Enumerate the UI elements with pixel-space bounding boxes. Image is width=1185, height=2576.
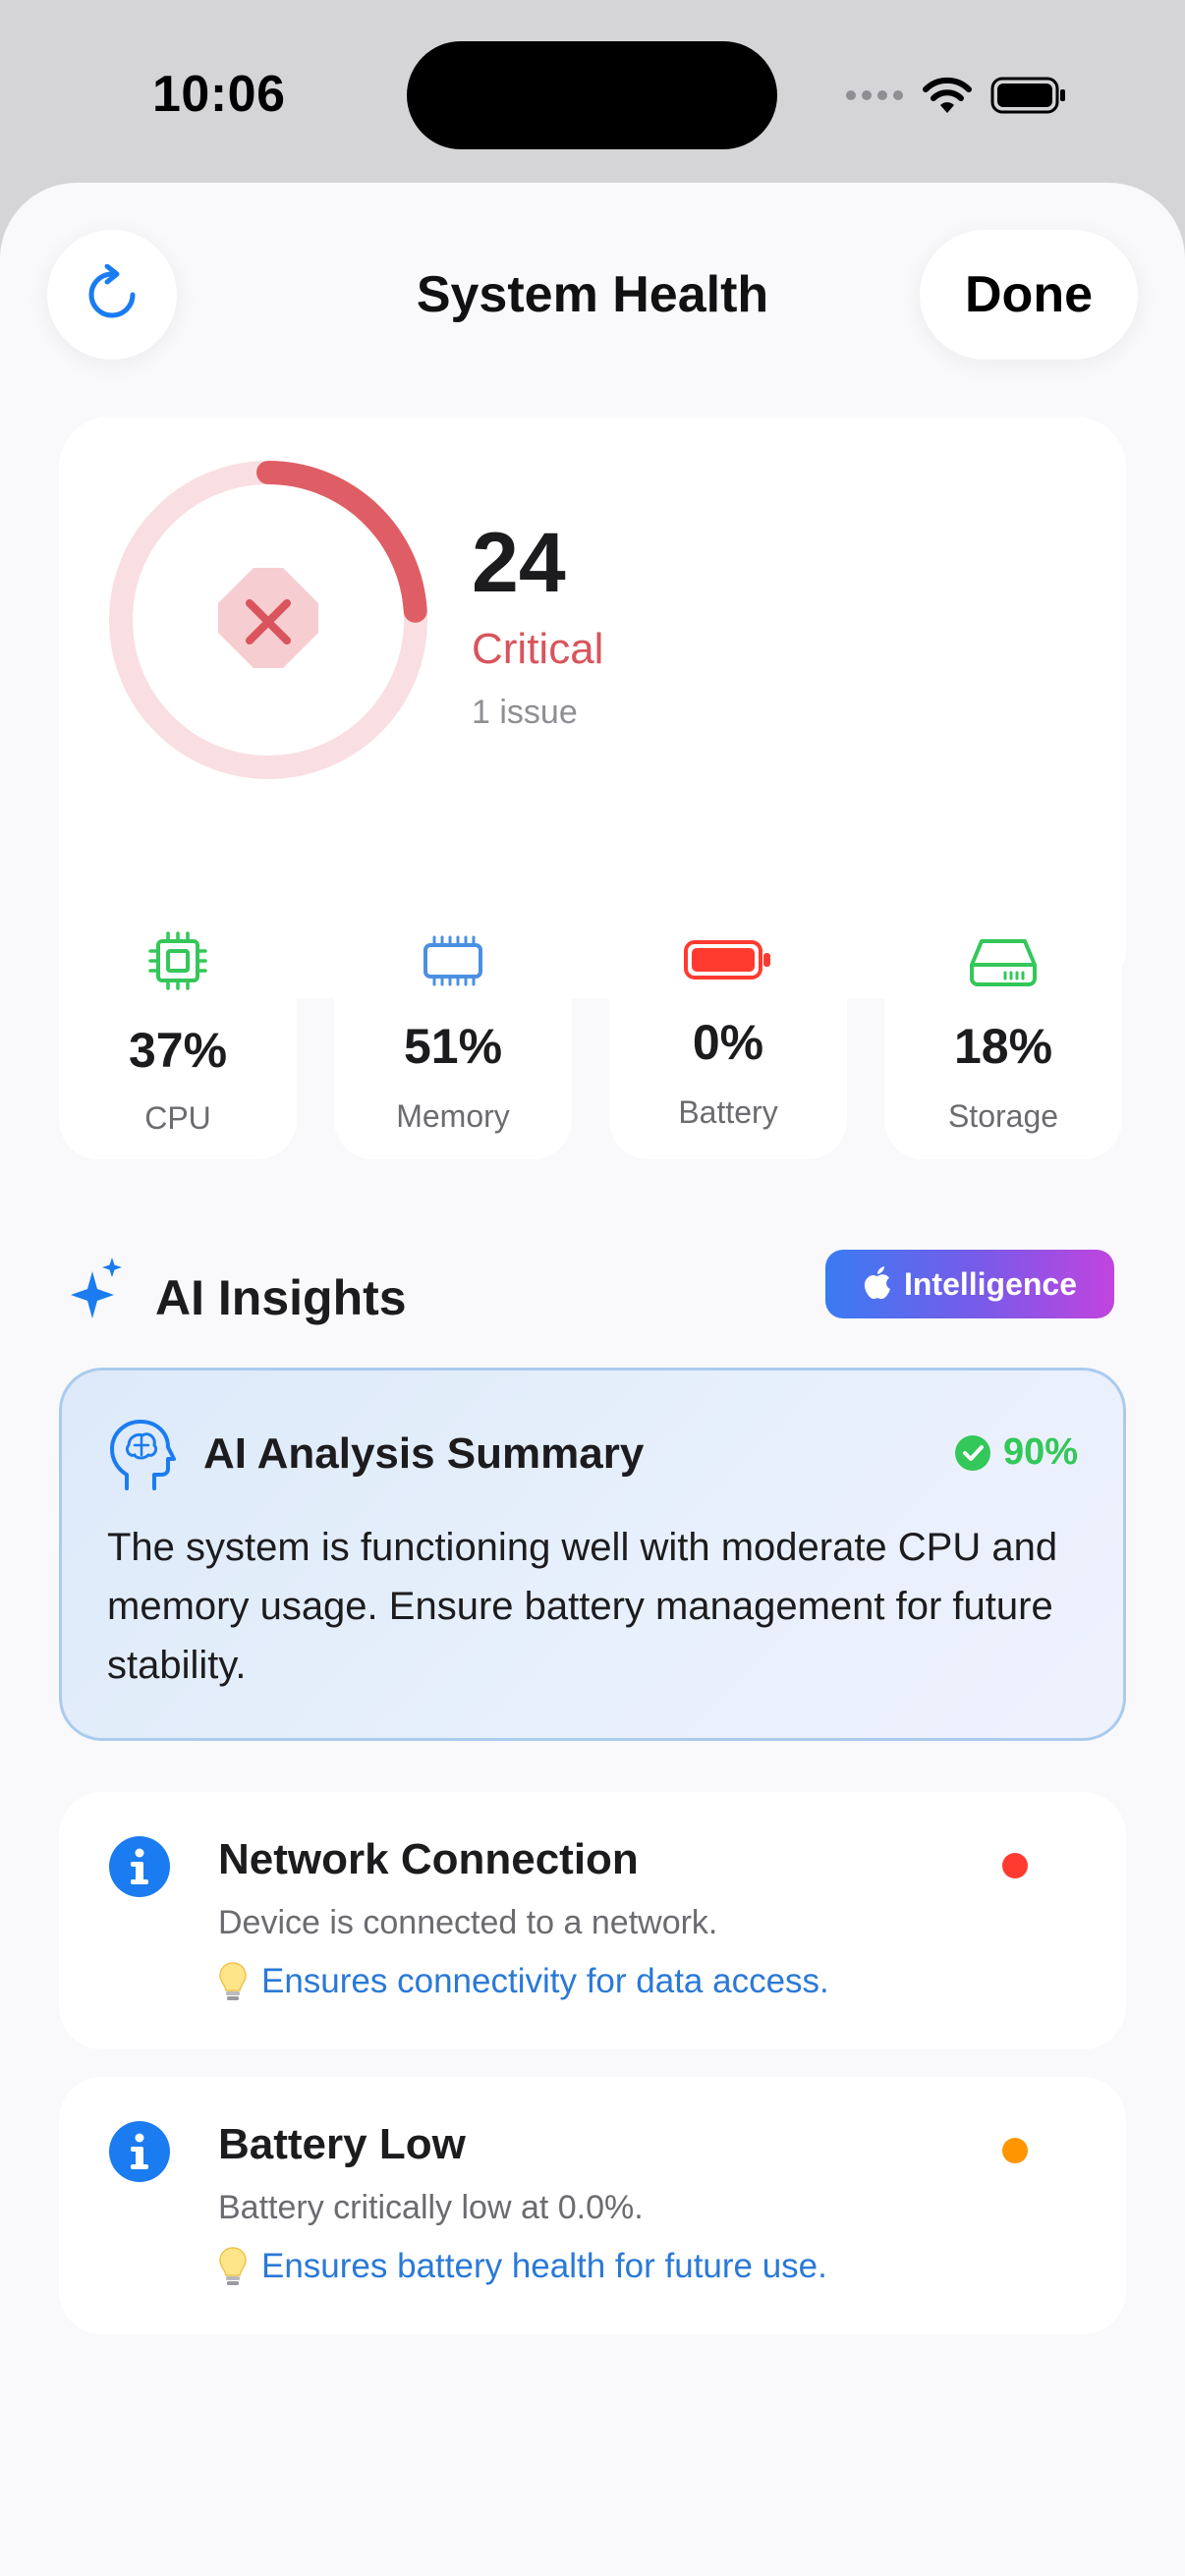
ai-insights-title: AI Insights (155, 1270, 407, 1325)
intelligence-badge-label: Intelligence (903, 1265, 1078, 1302)
metric-battery[interactable]: 0% Battery (609, 892, 847, 1159)
sparkles-icon (71, 1258, 122, 1318)
issue-tip: Ensures connectivity for data access. (218, 1961, 829, 2002)
critical-x-icon (218, 568, 318, 668)
battery-status-icon (990, 77, 1065, 114)
status-bar: 10:06 (0, 0, 1185, 187)
brain-head-icon (110, 1420, 176, 1490)
metric-value: 18% (953, 1019, 1053, 1074)
metric-label: Memory (396, 1098, 510, 1134)
issue-card-network[interactable]: Network Connection Device is connected t… (59, 1792, 1126, 2049)
metric-value: 37% (128, 1023, 228, 1078)
memory-icon (423, 935, 482, 986)
confidence-indicator: 90% (954, 1431, 1078, 1474)
confidence-value: 90% (1002, 1431, 1078, 1473)
apple-logo-icon (864, 1266, 890, 1300)
system-health-sheet: System Health Done 24 Critical 1 issue 3… (0, 183, 1185, 2576)
health-score-ring (109, 461, 427, 779)
lightbulb-icon (219, 2247, 247, 2285)
severity-dot (1002, 1853, 1028, 1878)
severity-dot (1002, 2138, 1028, 2163)
lightbulb-icon (219, 1962, 247, 2000)
issue-description: Battery critically low at 0.0%. (218, 2189, 644, 2226)
issue-tip: Ensures battery health for future use. (218, 2246, 827, 2287)
status-time: 10:06 (152, 66, 286, 123)
dynamic-island (407, 41, 777, 149)
done-button[interactable]: Done (920, 230, 1138, 360)
summary-text: The system is functioning well with mode… (107, 1526, 1058, 1687)
status-icons (845, 71, 1067, 120)
issue-title: Network Connection (218, 1835, 639, 1883)
checkmark-circle-icon (954, 1434, 990, 1471)
metric-value: 51% (403, 1019, 503, 1074)
info-icon (109, 1836, 170, 1897)
cellular-signal-icon (846, 90, 903, 100)
battery-icon (684, 940, 770, 980)
metric-cpu[interactable]: 37% CPU (59, 892, 297, 1159)
metric-storage[interactable]: 18% Storage (884, 892, 1122, 1159)
metric-value: 0% (692, 1015, 764, 1070)
issue-title: Battery Low (218, 2120, 466, 2168)
storage-icon (970, 939, 1037, 986)
issue-description: Device is connected to a network. (218, 1904, 718, 1941)
wifi-icon (923, 77, 972, 113)
health-score-value: 24 (472, 516, 566, 610)
intelligence-badge[interactable]: Intelligence (825, 1250, 1114, 1318)
issue-count: 1 issue (472, 694, 578, 731)
metric-label: CPU (144, 1100, 211, 1136)
metric-label: Storage (947, 1098, 1059, 1134)
ai-analysis-summary-card[interactable]: AI Analysis Summary 90% The system is fu… (59, 1368, 1126, 1741)
issue-card-battery[interactable]: Battery Low Battery critically low at 0.… (59, 2077, 1126, 2334)
info-icon (109, 2121, 170, 2182)
cpu-icon (148, 931, 207, 990)
issue-tip-text: Ensures battery health for future use. (261, 2247, 827, 2285)
metric-label: Battery (678, 1094, 778, 1130)
metric-memory[interactable]: 51% Memory (334, 892, 572, 1159)
health-score-status: Critical (472, 625, 604, 673)
summary-title: AI Analysis Summary (203, 1429, 645, 1478)
issue-tip-text: Ensures connectivity for data access. (261, 1962, 829, 2000)
